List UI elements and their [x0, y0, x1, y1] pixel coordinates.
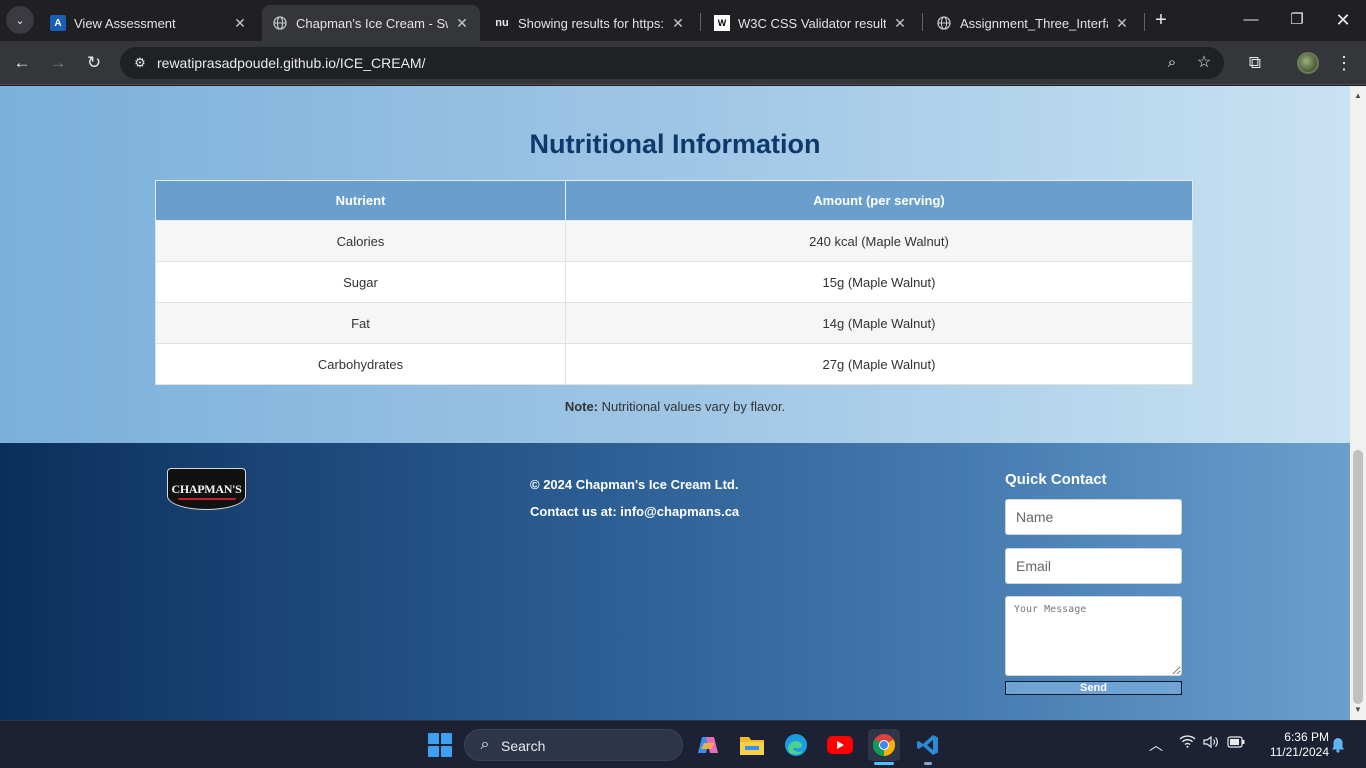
running-indicator: [924, 762, 932, 765]
tab-separator: [922, 13, 923, 31]
page-scrollbar[interactable]: ▲ ▼: [1350, 86, 1366, 720]
column-header: Nutrient: [155, 180, 566, 221]
reload-icon[interactable]: ↻: [80, 49, 108, 77]
section-title: Nutritional Information: [529, 129, 821, 159]
windows-taskbar: ⌕ Search ︿ 6:36 PM 11/21/2024: [0, 720, 1366, 768]
windows-start-icon[interactable]: [424, 729, 456, 761]
close-tab-icon[interactable]: ✕: [892, 15, 908, 32]
table-row: Fat 14g (Maple Walnut): [155, 302, 1193, 344]
note-text: Nutritional values vary by flavor.: [598, 399, 786, 414]
scroll-down-arrow-icon[interactable]: ▼: [1350, 702, 1366, 718]
copyright-text: © 2024 Chapman's Ice Cream Ltd.: [530, 477, 739, 492]
close-tab-icon[interactable]: ✕: [232, 15, 248, 32]
nutrient-cell: Carbohydrates: [155, 343, 566, 385]
globe-icon: [936, 15, 952, 31]
youtube-icon[interactable]: [824, 729, 856, 761]
note-label: Note:: [564, 399, 599, 414]
extensions-puzzle-icon[interactable]: ⧉: [1241, 49, 1269, 77]
nutrition-note: Note: Nutritional values vary by flavor.: [0, 399, 1350, 414]
site-settings-icon[interactable]: ⚙: [128, 51, 152, 75]
nutrition-table: Nutrient Amount (per serving) Calories 2…: [155, 180, 1193, 385]
battery-icon[interactable]: [1227, 735, 1245, 751]
close-tab-icon[interactable]: ✕: [670, 15, 686, 32]
show-hidden-icons-chevron-icon[interactable]: ︿: [1149, 735, 1163, 755]
nu-validator-favicon-icon: nu: [495, 17, 509, 29]
table-row: Calories 240 kcal (Maple Walnut): [155, 220, 1193, 262]
forward-arrow-icon[interactable]: →: [44, 49, 72, 77]
browser-tab-strip: ⌄ A View Assessment ✕ Chapman's Ice Crea…: [0, 0, 1366, 41]
tab-title: View Assessment: [74, 15, 176, 31]
amount-cell: 14g (Maple Walnut): [565, 302, 1193, 344]
tab-title: W3C CSS Validator results fo: [738, 15, 886, 31]
site-footer: CHAPMAN'S © 2024 Chapman's Ice Cream Ltd…: [0, 443, 1350, 720]
tab-separator: [1144, 13, 1145, 31]
tab-chapmans-ice-cream[interactable]: Chapman's Ice Cream - Swee ✕: [262, 5, 480, 41]
amount-cell: 15g (Maple Walnut): [565, 261, 1193, 303]
minimize-icon[interactable]: —: [1236, 8, 1266, 32]
edge-browser-icon[interactable]: [780, 729, 812, 761]
profile-avatar[interactable]: [1297, 52, 1319, 74]
clock-time: 6:36 PM: [1284, 730, 1329, 744]
tab-title: Showing results for https://r: [518, 15, 664, 31]
tab-w3c-css-validator[interactable]: W W3C CSS Validator results fo ✕: [704, 5, 918, 41]
table-row: Carbohydrates 27g (Maple Walnut): [155, 343, 1193, 385]
message-textarea[interactable]: [1005, 596, 1182, 676]
file-explorer-folder-icon[interactable]: [736, 729, 768, 761]
notification-bell-icon[interactable]: [1331, 737, 1345, 753]
back-arrow-icon[interactable]: ←: [8, 49, 36, 77]
nutrient-cell: Fat: [155, 302, 566, 344]
zoom-magnifier-icon[interactable]: ⌕: [1160, 51, 1184, 75]
more-menu-icon[interactable]: ⋮: [1330, 49, 1358, 77]
name-input[interactable]: [1005, 499, 1182, 535]
assessment-favicon-icon: A: [50, 15, 66, 31]
search-label: Search: [501, 738, 546, 754]
wifi-icon[interactable]: [1179, 735, 1196, 751]
w3c-favicon-icon: W: [714, 15, 730, 31]
close-tab-icon[interactable]: ✕: [454, 15, 470, 32]
email-input[interactable]: [1005, 548, 1182, 584]
column-header: Amount (per serving): [565, 180, 1193, 221]
table-header-row: Nutrient Amount (per serving): [155, 180, 1193, 221]
page-viewport: Nutritional Information Nutrient Amount …: [0, 86, 1350, 720]
chapmans-logo[interactable]: CHAPMAN'S: [167, 468, 246, 510]
new-tab-plus-icon[interactable]: +: [1150, 8, 1172, 32]
address-bar[interactable]: ⚙ rewatiprasadpoudel.github.io/ICE_CREAM…: [120, 47, 1224, 79]
chrome-browser-icon[interactable]: [868, 729, 900, 765]
nutrient-cell: Calories: [155, 220, 566, 262]
amount-cell: 27g (Maple Walnut): [565, 343, 1193, 385]
system-clock[interactable]: 6:36 PM 11/21/2024: [1255, 730, 1329, 760]
volume-speaker-icon[interactable]: [1202, 735, 1220, 752]
close-tab-icon[interactable]: ✕: [1114, 15, 1130, 32]
vscode-icon[interactable]: [912, 729, 944, 765]
tab-view-assessment[interactable]: A View Assessment ✕: [40, 5, 258, 41]
tab-assignment-three[interactable]: Assignment_Three_Interface ✕: [926, 5, 1140, 41]
contact-email-text: Contact us at: info@chapmans.ca: [530, 504, 740, 519]
tab-search-chevron-icon[interactable]: ⌄: [6, 6, 34, 34]
restore-icon[interactable]: ❐: [1282, 8, 1312, 32]
logo-wordmark: CHAPMAN'S: [171, 481, 242, 496]
taskbar-search-box[interactable]: ⌕ Search: [464, 729, 683, 761]
scroll-up-arrow-icon[interactable]: ▲: [1350, 88, 1366, 104]
nutrient-cell: Sugar: [155, 261, 566, 303]
table-row: Sugar 15g (Maple Walnut): [155, 261, 1193, 303]
url-text[interactable]: rewatiprasadpoudel.github.io/ICE_CREAM/: [157, 55, 425, 71]
bookmark-star-icon[interactable]: ☆: [1192, 51, 1216, 75]
scroll-thumb[interactable]: [1353, 450, 1363, 704]
amount-cell: 240 kcal (Maple Walnut): [565, 220, 1193, 262]
globe-icon: [272, 15, 288, 31]
quick-contact-title: Quick Contact: [1005, 471, 1107, 488]
logo-swoosh: [178, 498, 236, 500]
window-close-icon[interactable]: ✕: [1328, 8, 1358, 32]
copilot-icon[interactable]: [692, 729, 724, 761]
clock-date: 11/21/2024: [1269, 745, 1329, 759]
tab-title: Assignment_Three_Interface: [960, 15, 1108, 31]
running-indicator: [874, 762, 894, 765]
nutrition-section: Nutritional Information Nutrient Amount …: [0, 86, 1350, 443]
send-button[interactable]: Send: [1005, 681, 1182, 695]
tab-separator: [700, 13, 701, 31]
search-icon: ⌕: [480, 736, 490, 753]
browser-toolbar: ← → ↻ ⚙ rewatiprasadpoudel.github.io/ICE…: [0, 41, 1366, 85]
tab-title: Chapman's Ice Cream - Swee: [296, 15, 448, 31]
tab-nu-validator[interactable]: nu Showing results for https://r ✕: [484, 5, 696, 41]
